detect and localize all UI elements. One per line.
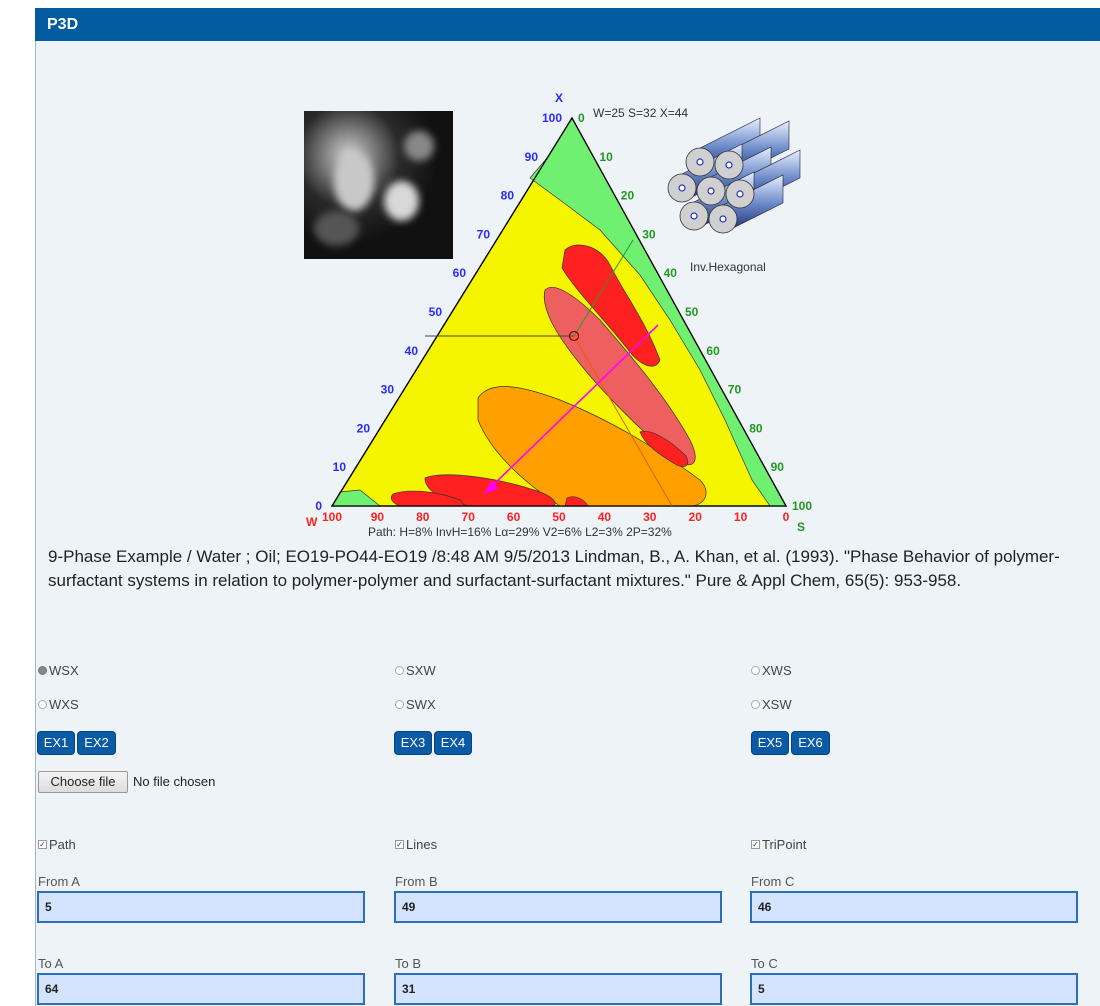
from-a-input[interactable]: 5 — [37, 891, 365, 923]
example-1-button[interactable]: EX1 — [37, 731, 75, 755]
radio-xws[interactable]: XWS — [751, 663, 792, 678]
radio-label: XSW — [762, 697, 792, 712]
ternary-phase-diagram: X W S W=25 S=32 X=44 Path: H=8% InvH=16%… — [306, 91, 812, 539]
radio-label: WSX — [49, 663, 79, 678]
checkbox-label: TriPoint — [762, 837, 807, 852]
cylinder-core — [719, 215, 727, 223]
checkbox-indicator[interactable]: ✓ — [395, 840, 404, 850]
cylinder-core — [696, 158, 704, 166]
cylinder-core — [678, 184, 686, 192]
checkbox-indicator[interactable]: ✓ — [751, 840, 760, 850]
radio-label: SXW — [406, 663, 436, 678]
example-2-button[interactable]: EX2 — [77, 731, 116, 755]
radio-indicator[interactable] — [751, 666, 760, 676]
checkbox-indicator[interactable]: ✓ — [38, 840, 47, 850]
bottom-tick-label: 100 — [322, 510, 342, 524]
path-checkbox[interactable]: ✓ Path — [38, 837, 76, 852]
radio-xsw[interactable]: XSW — [751, 697, 792, 712]
file-status: No file chosen — [133, 774, 216, 789]
left-tick-label: 90 — [525, 150, 539, 164]
bottom-tick-label: 70 — [462, 510, 476, 524]
right-tick-label: 40 — [664, 266, 678, 280]
radio-wsx[interactable]: WSX — [38, 663, 79, 678]
composition-readout: W=25 S=32 X=44 — [593, 106, 688, 120]
choose-file-button[interactable]: Choose file — [38, 771, 128, 793]
right-tick-label: 70 — [728, 383, 742, 397]
bottom-axis-ticks: 100 90 80 70 60 50 40 30 20 10 0 — [322, 510, 790, 524]
cylinder-core — [707, 187, 715, 195]
bottom-tick-label: 80 — [416, 510, 430, 524]
to-a-label: To A — [38, 956, 64, 971]
example-6-button[interactable]: EX6 — [791, 731, 830, 755]
radio-indicator[interactable] — [751, 700, 760, 710]
left-tick-label: 80 — [501, 189, 515, 203]
right-tick-label: 20 — [621, 189, 635, 203]
bottom-tick-label: 30 — [643, 510, 657, 524]
from-a-label: From A — [38, 874, 80, 889]
from-b-label: From B — [395, 874, 438, 889]
left-tick-label: 10 — [333, 460, 347, 474]
example-4-button[interactable]: EX4 — [434, 731, 472, 755]
left-tick-label: 40 — [405, 344, 419, 358]
bottom-tick-label: 20 — [689, 510, 703, 524]
radio-indicator[interactable] — [38, 700, 47, 710]
to-b-input[interactable]: 31 — [394, 973, 722, 1005]
radio-indicator[interactable] — [395, 666, 404, 676]
left-tick-label: 20 — [357, 421, 371, 435]
checkbox-label: Path — [49, 837, 76, 852]
left-tick-label: 70 — [477, 227, 491, 241]
radio-sxw[interactable]: SXW — [395, 663, 436, 678]
apex-w-label: W — [306, 515, 318, 529]
to-c-input[interactable]: 5 — [750, 973, 1078, 1005]
radio-indicator[interactable] — [38, 666, 47, 676]
inv-hexagonal-structure-icon — [667, 117, 801, 234]
cylinder-core — [736, 190, 744, 198]
bottom-tick-label: 90 — [371, 510, 385, 524]
right-tick-label: 80 — [749, 421, 763, 435]
bottom-tick-label: 50 — [552, 510, 566, 524]
example-3-button[interactable]: EX3 — [394, 731, 432, 755]
bottom-tick-label: 40 — [598, 510, 612, 524]
right-tick-label: 60 — [706, 344, 720, 358]
from-c-input[interactable]: 46 — [750, 891, 1078, 923]
radio-indicator[interactable] — [395, 700, 404, 710]
to-a-input[interactable]: 64 — [37, 973, 365, 1005]
radio-label: WXS — [49, 697, 79, 712]
right-tick-label: 90 — [771, 460, 785, 474]
cylinder-core — [690, 212, 698, 220]
to-b-label: To B — [395, 956, 422, 971]
left-tick-label: 30 — [381, 383, 395, 397]
lines-checkbox[interactable]: ✓ Lines — [395, 837, 437, 852]
checkbox-label: Lines — [406, 837, 438, 852]
to-c-label: To C — [751, 956, 778, 971]
left-tick-label: 50 — [429, 305, 443, 319]
apex-s-label: S — [797, 520, 805, 534]
radio-swx[interactable]: SWX — [395, 697, 436, 712]
right-tick-label: 100 — [792, 499, 812, 513]
structure-caption: Inv.Hexagonal — [690, 260, 766, 274]
path-summary: Path: H=8% InvH=16% Lα=29% V2=6% L2=3% 2… — [368, 525, 672, 539]
panel-title: P3D — [35, 8, 1100, 41]
from-b-input[interactable]: 49 — [394, 891, 722, 923]
citation-text: 9-Phase Example / Water ; Oil; EO19-PO44… — [48, 547, 1060, 590]
left-tick-label: 100 — [542, 111, 562, 125]
radio-label: XWS — [762, 663, 792, 678]
bottom-tick-label: 10 — [734, 510, 748, 524]
left-tick-label: 60 — [453, 266, 467, 280]
from-c-label: From C — [751, 874, 795, 889]
right-tick-label: 10 — [599, 150, 613, 164]
apex-x-label: X — [555, 91, 563, 105]
cylinder-core — [725, 161, 733, 169]
radio-wxs[interactable]: WXS — [38, 697, 79, 712]
example-5-button[interactable]: EX5 — [751, 731, 789, 755]
right-tick-label: 50 — [685, 305, 699, 319]
right-tick-label: 0 — [578, 111, 585, 125]
bottom-tick-label: 0 — [783, 510, 790, 524]
tripoint-checkbox[interactable]: ✓ TriPoint — [751, 837, 806, 852]
bottom-tick-label: 60 — [507, 510, 521, 524]
right-tick-label: 30 — [642, 227, 656, 241]
radio-label: SWX — [406, 697, 436, 712]
